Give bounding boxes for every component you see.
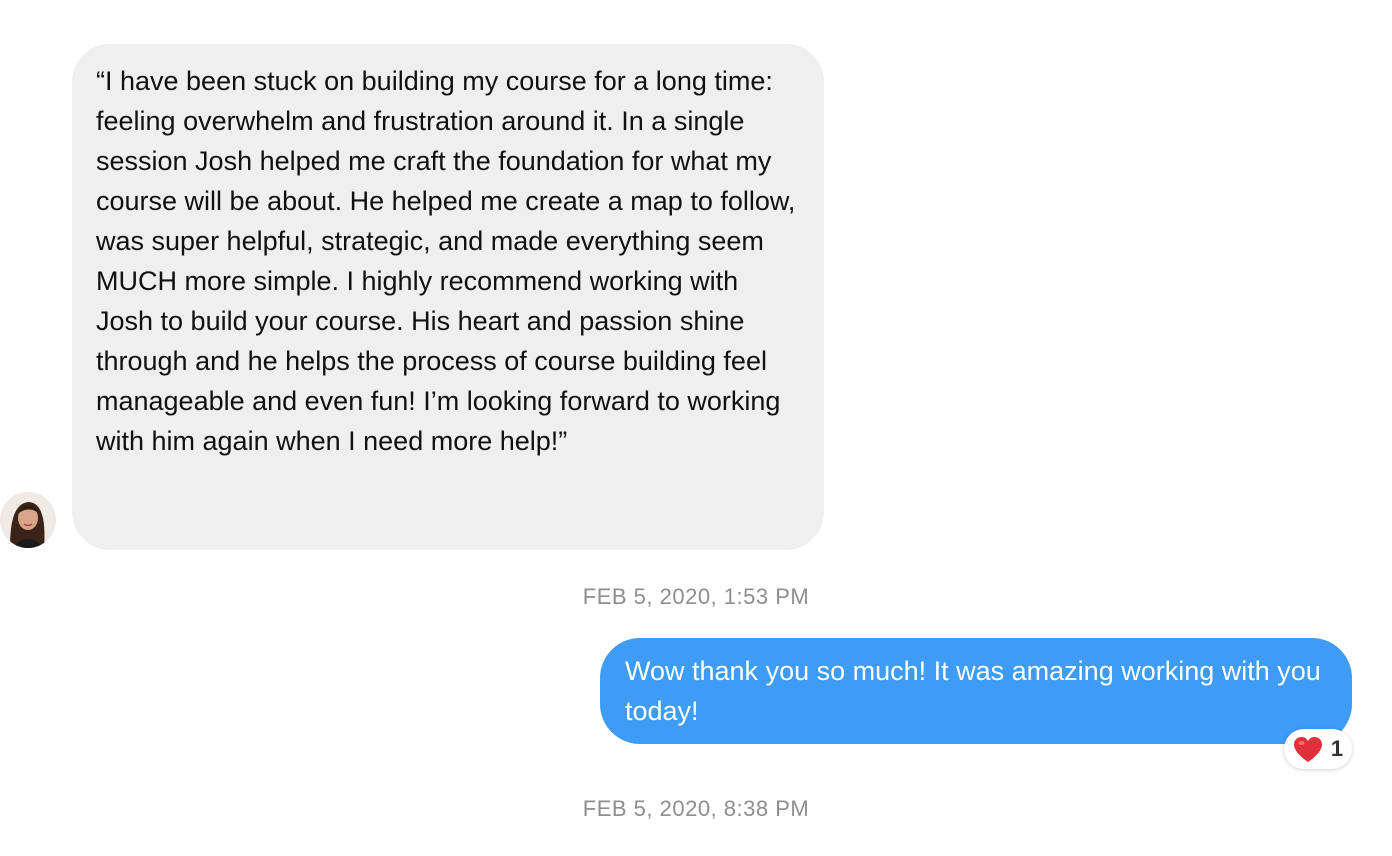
sender-avatar[interactable] [0, 492, 56, 548]
message-timestamp: FEB 5, 2020, 8:38 PM [582, 796, 810, 821]
incoming-message-bubble[interactable]: “I have been stuck on building my course… [72, 44, 824, 550]
message-timestamp: FEB 5, 2020, 1:53 PM [582, 584, 810, 609]
reaction-badge[interactable]: 1 [1284, 729, 1352, 769]
reaction-count: 1 [1330, 736, 1344, 761]
outgoing-message-bubble[interactable]: Wow thank you so much! It was amazing wo… [600, 638, 1352, 744]
heart-icon [1293, 736, 1322, 762]
